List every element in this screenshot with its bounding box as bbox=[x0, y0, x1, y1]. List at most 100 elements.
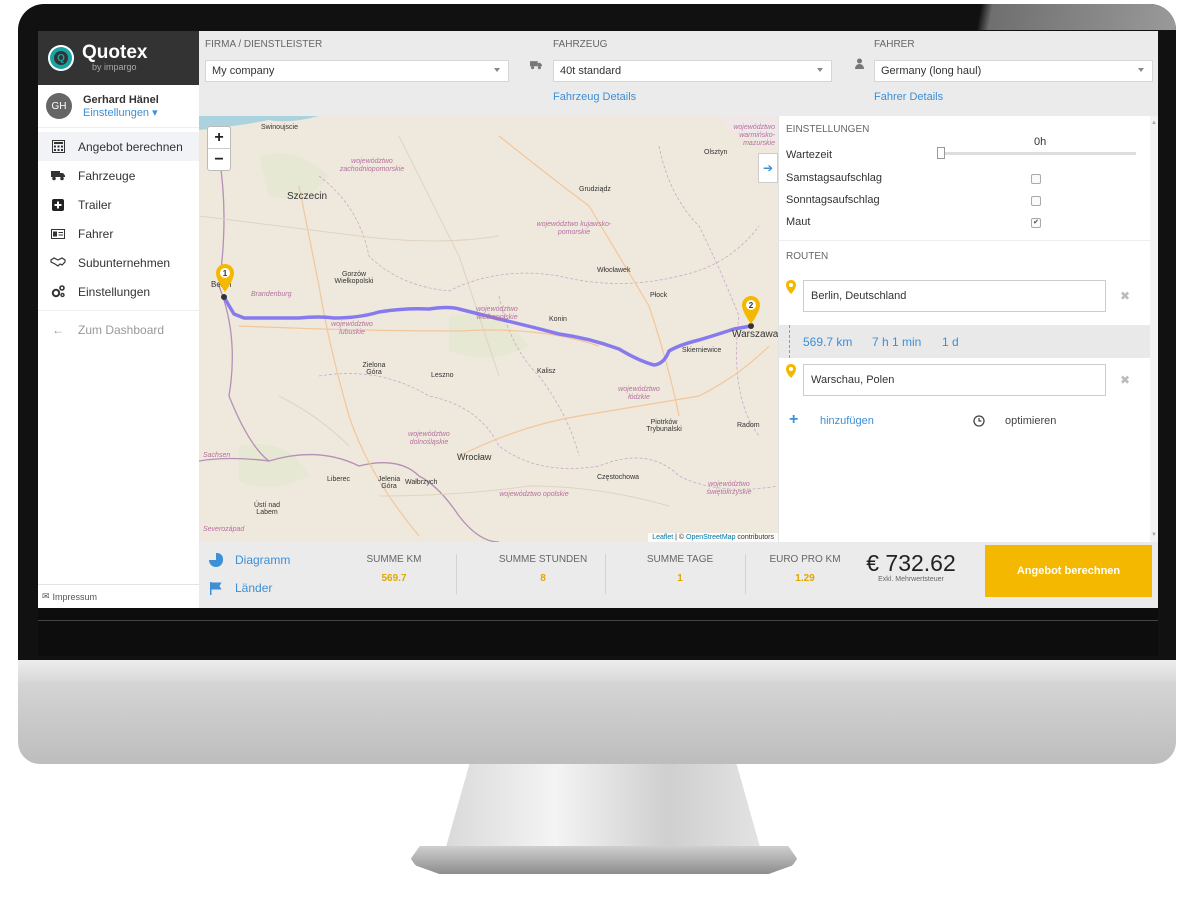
plus-icon[interactable]: + bbox=[789, 412, 798, 428]
stat-value: 569.7 bbox=[381, 573, 407, 584]
route-marker-start[interactable]: 1 bbox=[216, 264, 234, 292]
sidebar-item-einstellungen[interactable]: Einstellungen bbox=[38, 277, 199, 306]
region-label: województwo warmińsko-mazurskie bbox=[733, 124, 775, 147]
city-label: Swinoujscie bbox=[261, 124, 298, 131]
envelope-icon: ✉ bbox=[42, 591, 50, 601]
leaflet-link[interactable]: Leaflet bbox=[652, 534, 673, 541]
attribution-separator: | © bbox=[675, 534, 687, 541]
zoom-control: + − bbox=[207, 126, 231, 171]
impressum-link[interactable]: ✉ Impressum bbox=[38, 584, 199, 608]
monitor-chin-shine bbox=[18, 660, 1176, 682]
section-divider bbox=[779, 240, 1158, 241]
scroll-down-icon[interactable]: ▼ bbox=[1151, 532, 1157, 538]
city-label: Szczecin bbox=[287, 191, 328, 202]
sidebar: Q Quotex by impargo GH Gerhard Hänel Ein… bbox=[38, 31, 200, 608]
stat-label: SUMME STUNDEN bbox=[498, 554, 588, 565]
sidebar-item-label: Fahrzeuge bbox=[78, 168, 136, 183]
route-distance: 569.7 km bbox=[803, 335, 853, 349]
region-label: województwo łódzkie bbox=[618, 386, 660, 401]
vehicle-details-link[interactable]: Fahrzeug Details bbox=[553, 91, 636, 103]
user-settings-link[interactable]: Einstellungen ▾ bbox=[83, 106, 159, 119]
gears-icon bbox=[50, 285, 66, 299]
avatar[interactable]: GH bbox=[46, 93, 72, 119]
wait-slider-track[interactable] bbox=[941, 152, 1136, 155]
diagram-link[interactable]: Diagramm bbox=[209, 553, 290, 567]
region-label: województwo zachodniopomorskie bbox=[339, 158, 405, 173]
company-select[interactable]: My company bbox=[205, 60, 509, 82]
brand-sub: by impargo bbox=[92, 62, 137, 72]
optimize-link[interactable]: optimieren bbox=[1005, 415, 1056, 427]
id-card-icon bbox=[50, 227, 66, 241]
route-from-input[interactable]: Berlin, Deutschland bbox=[803, 280, 1106, 312]
monitor-stand bbox=[444, 764, 762, 854]
osm-link[interactable]: OpenStreetMap bbox=[686, 534, 735, 541]
sidebar-item-fahrzeuge[interactable]: Fahrzeuge bbox=[38, 161, 199, 190]
region-label: Brandenburg bbox=[251, 291, 292, 298]
driver-select[interactable]: Germany (long haul) bbox=[874, 60, 1153, 82]
total-price: € 732.62 Exkl. Mehrwertsteuer bbox=[851, 550, 971, 583]
arrow-right-icon[interactable]: ➔ bbox=[758, 153, 778, 183]
sidebar-item-label: Fahrer bbox=[78, 226, 114, 241]
back-to-dashboard-link[interactable]: ← Zum Dashboard bbox=[38, 315, 199, 344]
calculate-offer-button[interactable]: Angebot berechnen bbox=[985, 545, 1152, 597]
truck-icon bbox=[50, 169, 66, 183]
driver-value: Germany (long haul) bbox=[881, 65, 982, 77]
stat-divider bbox=[456, 554, 457, 594]
stat-label: SUMME KM bbox=[366, 554, 422, 565]
marker-number: 2 bbox=[749, 301, 754, 310]
route-duration: 7 h 1 min bbox=[872, 335, 922, 349]
trailer-plus-icon bbox=[50, 198, 66, 212]
wait-slider-handle[interactable] bbox=[937, 147, 945, 159]
city-label: Radom bbox=[737, 422, 760, 429]
screen-glare bbox=[946, 4, 1176, 30]
brand-header[interactable]: Q Quotex by impargo bbox=[38, 31, 199, 85]
city-label: Wrocław bbox=[457, 452, 492, 462]
quotex-logo-icon: Q bbox=[48, 45, 74, 71]
city-label: Liberec bbox=[327, 476, 350, 483]
price-note: Exkl. Mehrwertsteuer bbox=[878, 576, 944, 583]
driver-label: FAHRER bbox=[874, 39, 915, 50]
vehicle-value: 40t standard bbox=[560, 65, 622, 77]
route-from-value: Berlin, Deutschland bbox=[811, 290, 907, 302]
city-label: Gorzów Wielkopolski bbox=[334, 271, 374, 285]
impressum-label: Impressum bbox=[52, 591, 98, 602]
sidebar-item-angebot[interactable]: Angebot berechnen bbox=[38, 132, 199, 161]
wait-value: 0h bbox=[1034, 136, 1047, 148]
region-label: województwo świętokrzyskie bbox=[706, 481, 752, 496]
sidebar-item-subunternehmen[interactable]: Subunternehmen bbox=[38, 248, 199, 277]
scroll-up-icon[interactable]: ▲ bbox=[1151, 120, 1157, 126]
screen-bottom-edge bbox=[38, 608, 1158, 656]
sidebar-item-trailer[interactable]: Trailer bbox=[38, 190, 199, 219]
arrow-left-icon: ← bbox=[52, 322, 64, 337]
settings-topbar: FIRMA / DIENSTLEISTER My company FAHRZEU… bbox=[199, 31, 1158, 116]
route-map[interactable]: Swinoujscie Szczecin Olsztyn Grudziądz W… bbox=[199, 116, 778, 542]
add-stop-link[interactable]: hinzufügen bbox=[820, 415, 874, 427]
route-to-input[interactable]: Warschau, Polen bbox=[803, 364, 1106, 396]
stat-sum-hours: SUMME STUNDEN 8 bbox=[468, 554, 618, 584]
countries-link[interactable]: Länder bbox=[209, 581, 272, 595]
routes-title: ROUTEN bbox=[786, 251, 829, 262]
sunday-checkbox[interactable] bbox=[1031, 196, 1041, 206]
saturday-checkbox[interactable] bbox=[1031, 174, 1041, 184]
nav-divider bbox=[38, 310, 199, 311]
route-settings-panel: EINSTELLUNGEN 0h Wartezeit Samstagsaufsc… bbox=[778, 116, 1158, 542]
zoom-in-button[interactable]: + bbox=[208, 127, 230, 149]
sidebar-item-fahrer[interactable]: Fahrer bbox=[38, 219, 199, 248]
driver-details-link[interactable]: Fahrer Details bbox=[874, 91, 943, 103]
vehicle-select[interactable]: 40t standard bbox=[553, 60, 832, 82]
route-marker-end[interactable]: 2 bbox=[742, 296, 760, 324]
attribution-contributors: contributors bbox=[737, 534, 774, 541]
toll-checkbox[interactable]: ✔ bbox=[1031, 218, 1041, 228]
remove-to-icon[interactable]: ✖ bbox=[1120, 373, 1130, 387]
region-label: województwo wielkopolskie bbox=[476, 306, 518, 321]
panel-scrollbar[interactable]: ▲ ▼ bbox=[1150, 116, 1158, 542]
route-summary: 569.7 km 7 h 1 min 1 d bbox=[779, 325, 1158, 358]
sidebar-item-label: Subunternehmen bbox=[78, 255, 171, 270]
city-label: Skierniewice bbox=[682, 347, 722, 354]
sidebar-item-label: Trailer bbox=[78, 197, 112, 212]
sidebar-item-label: Einstellungen bbox=[78, 284, 151, 299]
city-label: Olsztyn bbox=[704, 149, 728, 156]
remove-from-icon[interactable]: ✖ bbox=[1120, 289, 1130, 303]
zoom-out-button[interactable]: − bbox=[208, 149, 230, 170]
city-label: Konin bbox=[549, 316, 567, 323]
